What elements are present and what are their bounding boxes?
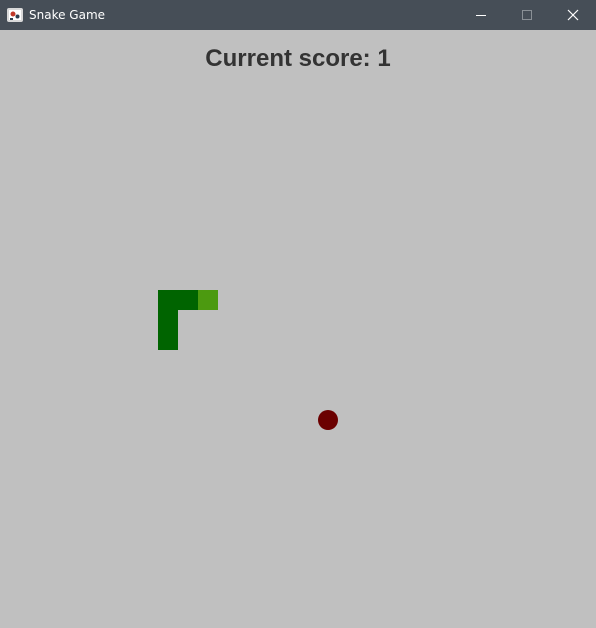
food-apple (318, 410, 338, 430)
game-canvas[interactable]: Current score: 1 (0, 30, 596, 628)
close-button[interactable] (550, 0, 596, 30)
snake-game-window: Snake Game Current score: 1 (0, 0, 596, 628)
window-title: Snake Game (29, 8, 106, 22)
minimize-icon (476, 15, 486, 16)
minimize-button[interactable] (458, 0, 504, 30)
current-score-label: Current score: 1 (205, 45, 391, 72)
snake-body-segment (158, 330, 178, 350)
snake-body-segment (158, 290, 178, 310)
snake-game-app-icon (7, 8, 23, 22)
snake-body-segment (158, 310, 178, 330)
window-controls (458, 0, 596, 30)
close-icon (567, 9, 579, 21)
snake-head (198, 290, 218, 310)
maximize-button[interactable] (504, 0, 550, 30)
game-board (0, 30, 596, 628)
maximize-icon (522, 10, 532, 20)
snake-body-segment (178, 290, 198, 310)
title-bar[interactable]: Snake Game (0, 0, 596, 30)
